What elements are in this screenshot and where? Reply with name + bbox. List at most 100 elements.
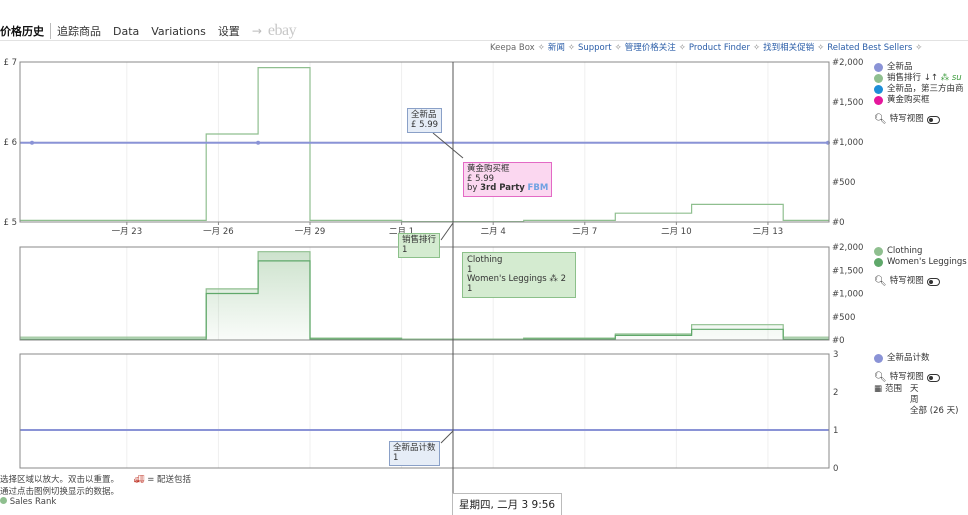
x-tick-label: 一月 26 — [203, 227, 234, 237]
legend-label: 全新品计数 — [887, 353, 930, 363]
category-tree-icon: ⁂ — [940, 73, 950, 83]
tooltip-subcategory-rank: 2 — [560, 274, 566, 284]
y-tick-label: 1 — [833, 426, 838, 436]
magnifier-icon: 🔍︎ — [874, 276, 887, 287]
tooltip-seller-line: by 3rd Party FBM — [467, 183, 548, 194]
tooltip-value: £ 5.99 — [411, 119, 439, 130]
footnote-legend-toggle: 通过点击图例切换显示的数据。 — [0, 487, 120, 497]
tooltip-new-price: 全新品 £ 5.99 — [407, 108, 443, 133]
y-tick-label: £ 6 — [3, 138, 17, 148]
y-tick-label: #0 — [832, 218, 845, 228]
legend-swatch — [0, 497, 7, 504]
toggle-icon[interactable] — [926, 373, 940, 382]
shipping-note: 🚚︎ = 配送包括 — [134, 475, 191, 485]
legend-swatch — [874, 96, 883, 105]
x-tick-label: 二月 7 — [572, 227, 597, 237]
footnote-sales-rank-text: Sales Rank — [9, 497, 57, 507]
y-tick-label: 3 — [833, 350, 838, 360]
x-tick-label: 二月 10 — [661, 227, 692, 237]
y-tick-label: #1,000 — [832, 138, 863, 148]
legend-label: 黄金购买框 — [887, 95, 930, 105]
legend-item-womens-leggings[interactable]: Women's Leggings — [874, 257, 967, 268]
legend-label: 全新品 — [887, 62, 913, 72]
y-tick-label: £ 5 — [3, 218, 17, 228]
tooltip-subcategory: Women's Leggings — [467, 274, 547, 284]
tooltip-buybox: 黄金购买框 £ 5.99 by 3rd Party FBM — [463, 162, 553, 197]
legend-item-new-offer-count[interactable]: 全新品计数 — [874, 353, 958, 364]
legend-swatch — [874, 74, 883, 83]
legend-label: 销售排行 — [887, 73, 922, 83]
tooltip-value: 1 — [402, 244, 408, 255]
y-tick-label: 2 — [833, 388, 838, 398]
legend-offer-count: 全新品计数 🔍︎ 特写视图 ▦ 范围 天 周 全部 (26 天) — [874, 353, 958, 417]
legend-swatch — [874, 63, 883, 72]
tooltip-sales-rank: 销售排行 1 — [398, 233, 441, 258]
hover-date-label: 星期四, 二月 3 9:56 — [452, 493, 563, 515]
tooltip-connector — [440, 222, 454, 241]
footnote-zoom-text: 选择区域以放大。双击以重置。 — [0, 475, 120, 485]
tooltip-value: 1 — [393, 452, 399, 463]
toggle-icon[interactable] — [926, 115, 940, 124]
legend-label: Clothing — [887, 246, 923, 256]
range-label: 范围 — [885, 384, 903, 394]
tooltip-subcategory-value: 1 — [467, 283, 473, 294]
legend-extra-text: su — [951, 73, 962, 83]
series-point — [256, 140, 261, 145]
legend-swatch — [874, 354, 883, 363]
magnifier-icon: 🔍︎ — [874, 114, 887, 125]
legend-item-buybox[interactable]: 黄金购买框 — [874, 95, 964, 106]
truck-icon: 🚚︎ — [133, 475, 145, 485]
range-option-all[interactable]: 全部 (26 天) — [910, 406, 958, 417]
tooltip-offer-count: 全新品计数 1 — [389, 441, 440, 466]
x-tick-label: 二月 13 — [753, 227, 784, 237]
range-option-day[interactable]: 天 — [910, 384, 958, 395]
y-tick-label: #0 — [832, 336, 845, 346]
legend-item-new[interactable]: 全新品 — [874, 62, 964, 73]
legend-item-sales-rank[interactable]: 销售排行 ↓↑ ⁂ su — [874, 73, 964, 84]
series-point — [30, 140, 34, 145]
tight-view-control[interactable]: 🔍︎ 特写视图 — [874, 114, 964, 125]
tooltip-connector — [432, 132, 464, 159]
x-tick-label: 二月 4 — [481, 227, 506, 237]
legend-swatch — [874, 247, 883, 256]
tooltip-connector — [440, 430, 454, 444]
y-tick-label: #1,500 — [832, 98, 863, 108]
tight-view-label: 特写视图 — [889, 114, 924, 124]
tooltip-title: 全新品计数 — [393, 443, 436, 453]
legend-label: Women's Leggings — [887, 257, 967, 267]
range-option-week[interactable]: 周 — [910, 395, 958, 406]
legend-label: 全新品，第三方由商 — [887, 84, 964, 94]
footnote-zoom: 选择区域以放大。双击以重置。 🚚︎ = 配送包括 — [0, 473, 191, 485]
calendar-icon: ▦ — [874, 384, 883, 394]
legend-item-third-party[interactable]: 全新品，第三方由商 — [874, 84, 964, 95]
y-tick-label: #500 — [832, 178, 855, 188]
toggle-icon[interactable] — [926, 277, 940, 286]
tooltip-category: Clothing — [467, 255, 503, 265]
legend-item-clothing[interactable]: Clothing — [874, 246, 967, 257]
x-tick-label: 一月 23 — [112, 227, 143, 237]
series-sales-rank-line — [20, 67, 829, 223]
y-tick-label: £ 7 — [3, 58, 17, 68]
x-tick-label: 一月 29 — [295, 227, 326, 237]
shipping-note-text: = 配送包括 — [147, 475, 192, 485]
range-options: 天 周 全部 (26 天) — [910, 384, 958, 417]
legend-price: 全新品 销售排行 ↓↑ ⁂ su 全新品，第三方由商 黄金购买框 🔍︎ 特写视图 — [874, 62, 964, 125]
magnifier-icon: 🔍︎ — [874, 372, 887, 383]
y-tick-label: 0 — [833, 464, 838, 474]
y-tick-label: #2,000 — [832, 58, 863, 68]
legend-swatch — [874, 258, 883, 267]
footnote-sales-rank: Sales Rank — [0, 497, 56, 507]
legend-swatch — [874, 85, 883, 94]
y-tick-label: #1,000 — [832, 290, 863, 300]
tooltip-by: by — [467, 183, 478, 193]
tight-view-label: 特写视图 — [889, 276, 924, 286]
tight-view-control[interactable]: 🔍︎ 特写视图 — [874, 276, 967, 287]
tight-view-control[interactable]: 🔍︎ 特写视图 — [874, 372, 958, 383]
y-tick-label: #1,500 — [832, 266, 863, 276]
category-tree-icon: ⁂ — [549, 274, 558, 284]
y-tick-label: #2,000 — [832, 243, 863, 253]
sort-icon[interactable]: ↓↑ — [924, 73, 938, 84]
y-tick-label: #500 — [832, 313, 855, 323]
tooltip-title: 销售排行 — [402, 235, 437, 245]
tooltip-subcategory-line: Women's Leggings ⁂ 2 — [467, 274, 571, 285]
